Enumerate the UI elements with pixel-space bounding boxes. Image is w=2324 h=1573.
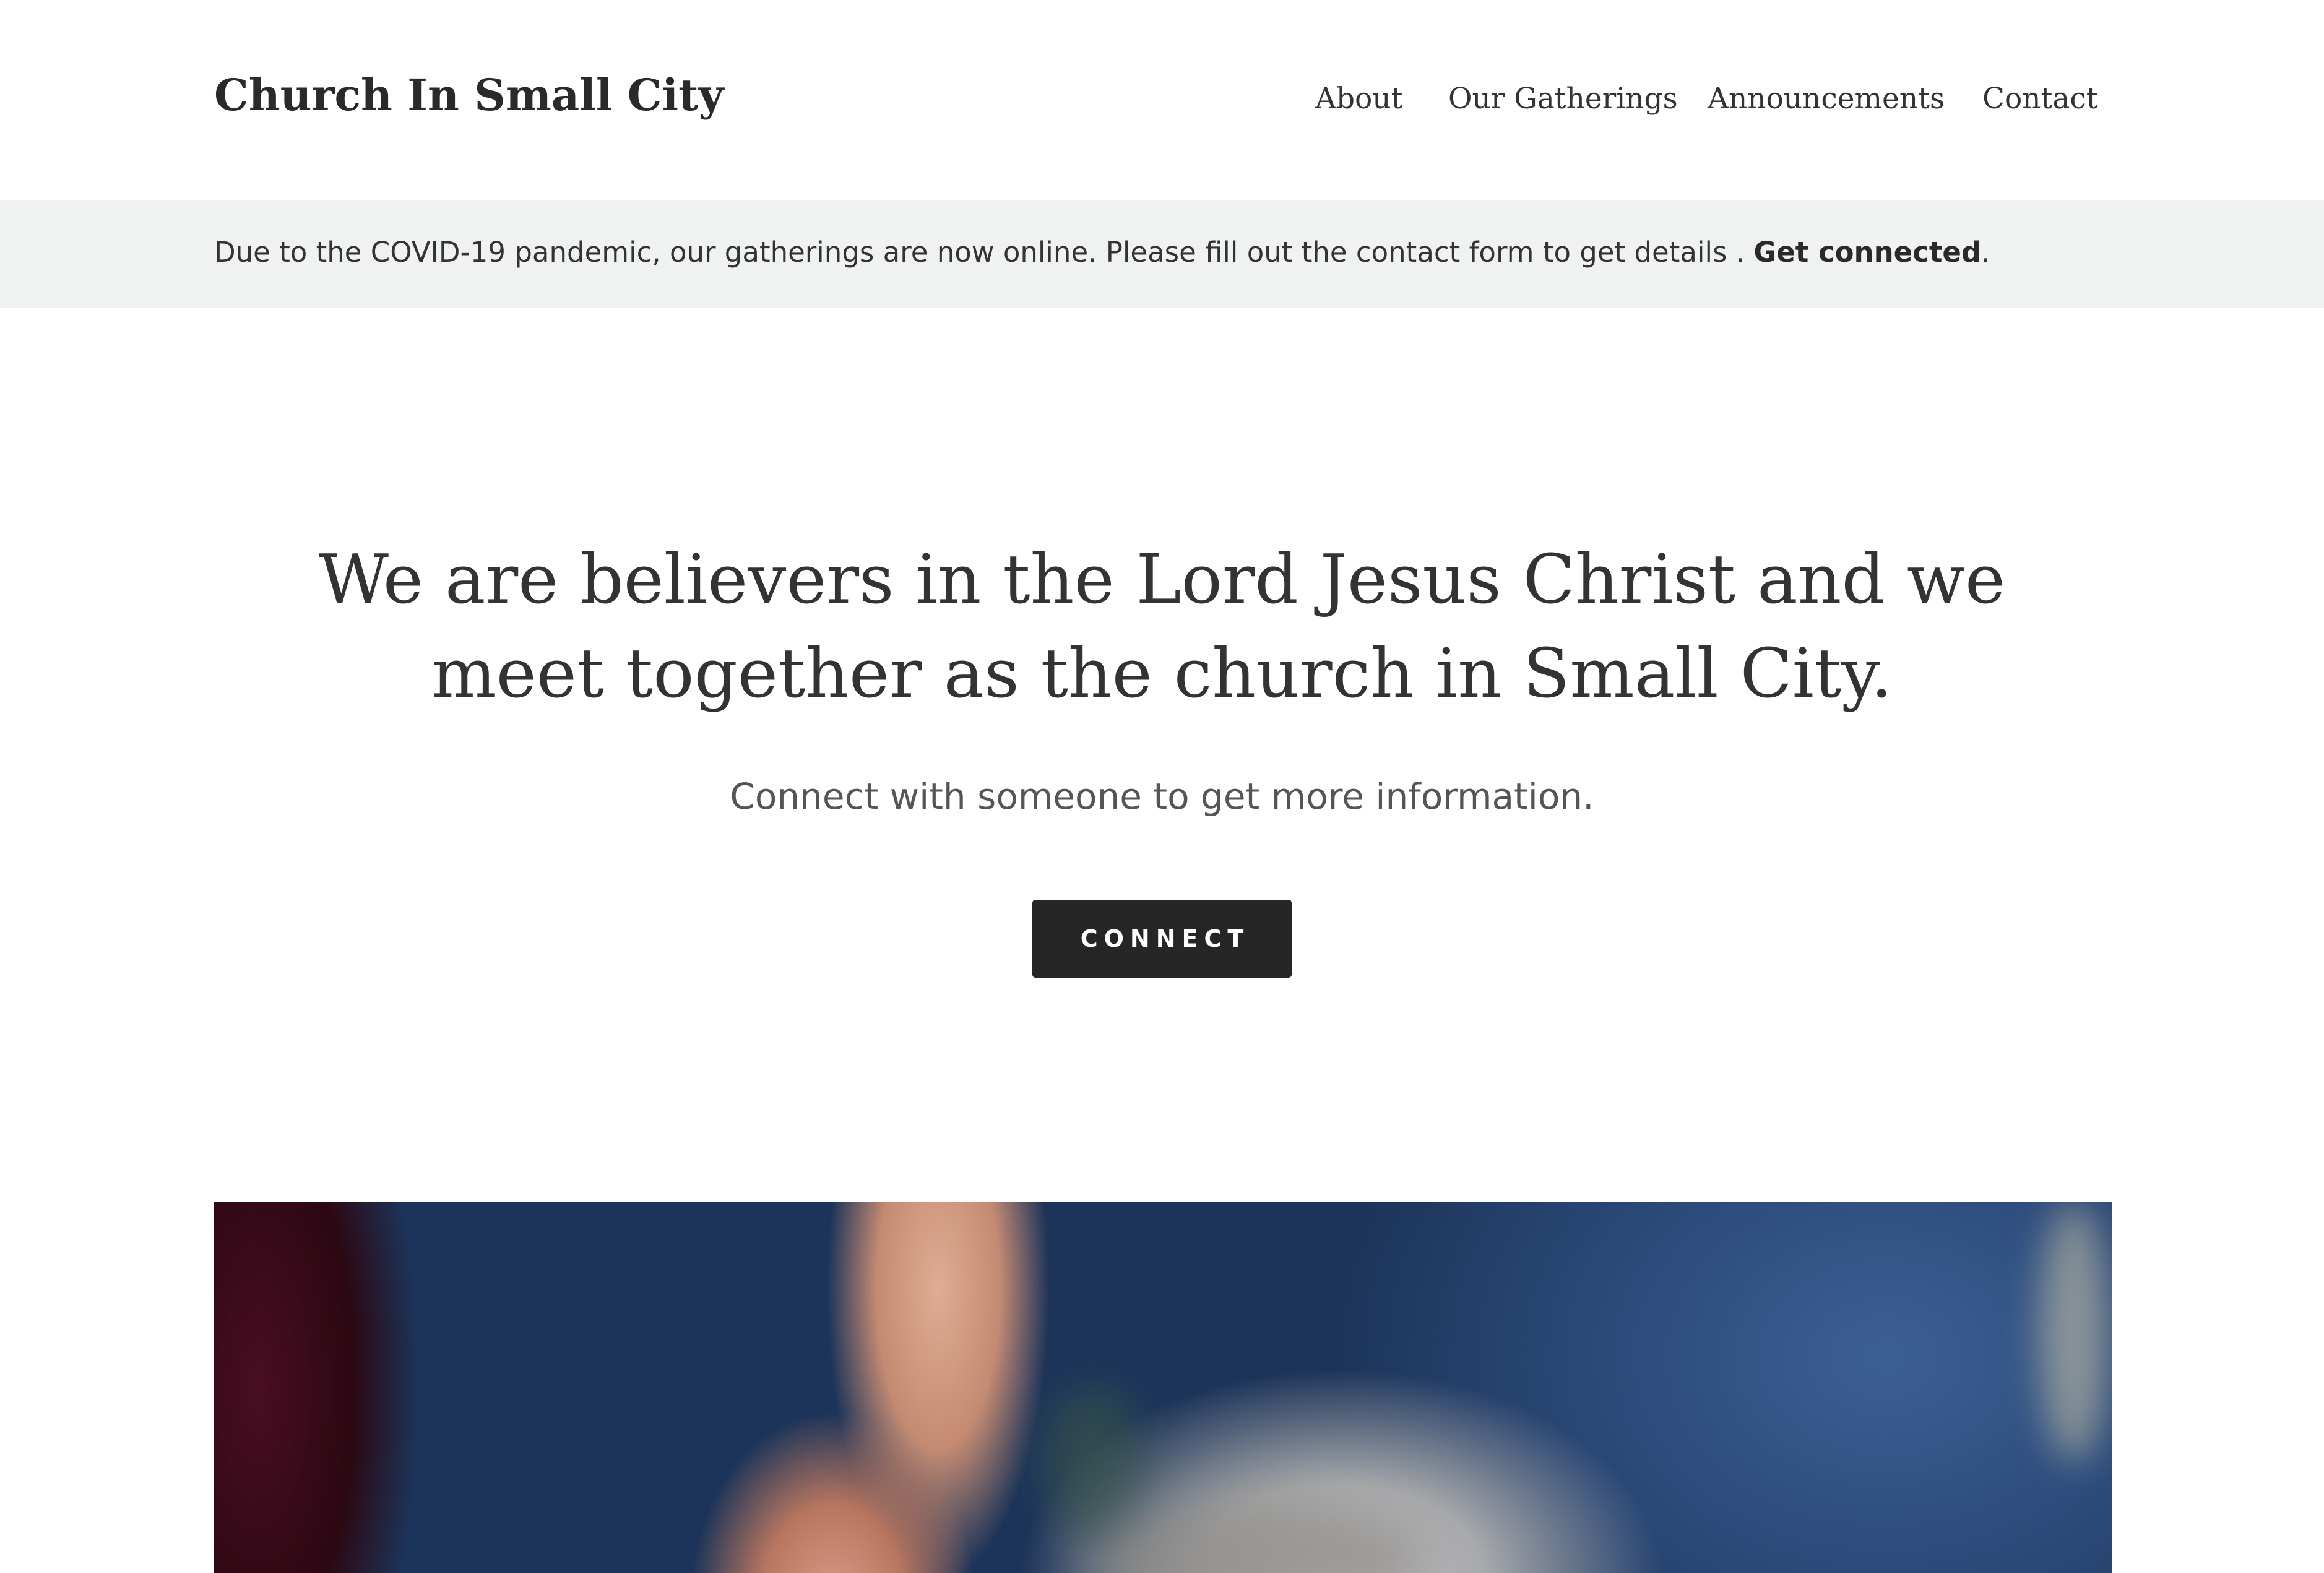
hero-image — [214, 1202, 2112, 1573]
announcement-banner: Due to the COVID-19 pandemic, our gather… — [0, 200, 2324, 308]
main-nav: About Our Gatherings Announcements Conta… — [0, 0, 2324, 200]
site-header: Church In Small City About Our Gathering… — [0, 0, 2324, 200]
hero-heading-line-2: meet together as the church in Small Cit… — [431, 634, 1893, 713]
nav-item-announcements[interactable]: Announcements — [1708, 82, 1945, 116]
image-blur-shape — [2040, 1202, 2108, 1462]
hero-subheading: Connect with someone to get more informa… — [730, 775, 1594, 817]
nav-item-our-gatherings[interactable]: Our Gatherings — [1448, 82, 1678, 116]
banner-message: Due to the COVID-19 pandemic, our gather… — [214, 236, 1990, 269]
image-blur-shape — [1043, 1388, 1143, 1536]
hero-heading: We are believers in the Lord Jesus Chris… — [0, 532, 2324, 720]
banner-text: Due to the COVID-19 pandemic, our gather… — [214, 236, 1754, 269]
hero-heading-line-1: We are believers in the Lord Jesus Chris… — [318, 540, 2006, 619]
image-blur-shape — [1081, 1499, 1427, 1573]
get-connected-link[interactable]: Get connected — [1753, 236, 1981, 269]
connect-button[interactable]: Connect — [1032, 900, 1292, 978]
banner-trailing-period: . — [1981, 236, 1990, 269]
nav-item-about[interactable]: About — [1315, 82, 1402, 116]
nav-item-contact[interactable]: Contact — [1982, 82, 2098, 116]
